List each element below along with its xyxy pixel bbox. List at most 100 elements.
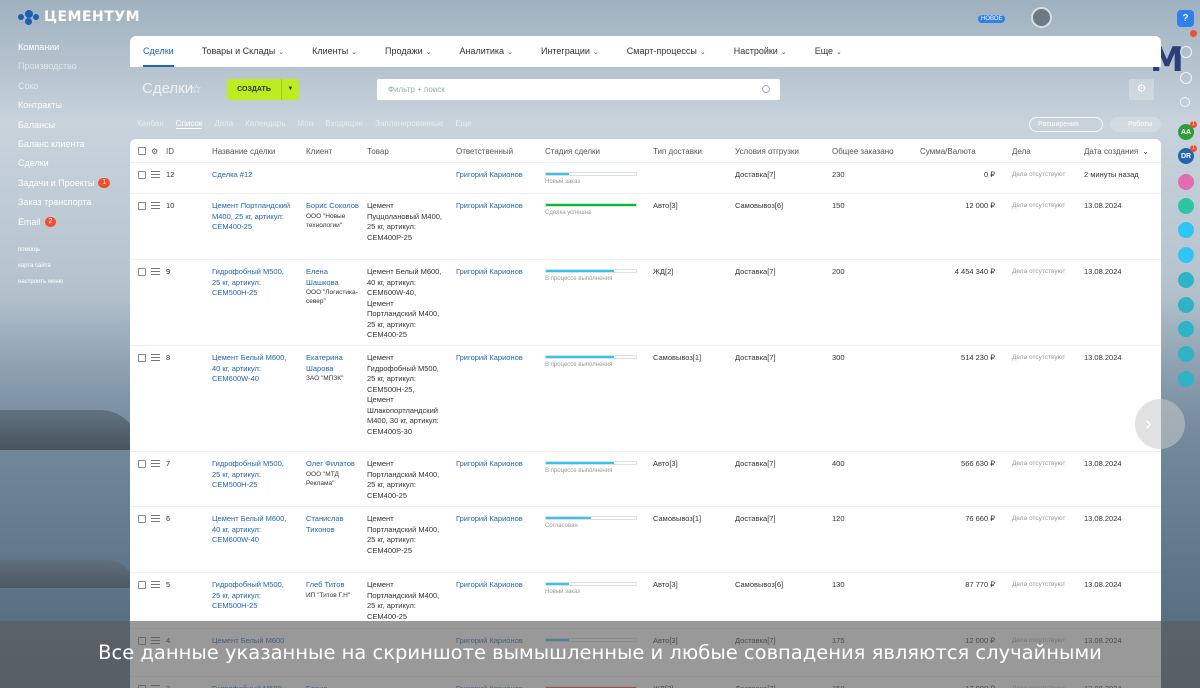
deal-name-link[interactable]: Сделка #12 xyxy=(212,170,292,181)
left-menu-service-link[interactable]: карта сайта xyxy=(18,258,123,274)
tab-5[interactable]: Аналитика ⌄ xyxy=(460,36,513,67)
column-header[interactable]: Условия отгрузки xyxy=(735,147,799,158)
view-tab[interactable]: Еще xyxy=(455,119,471,129)
user-avatar[interactable] xyxy=(1031,7,1052,28)
table-row[interactable]: 12 Сделка #12 Григорий Карионов Новый заказ… xyxy=(130,163,1161,194)
deal-name-link[interactable]: Цемент Портландский М400, 25 кг, артикул… xyxy=(212,201,292,233)
row-checkbox[interactable] xyxy=(138,268,146,276)
tab-3[interactable]: Клиенты ⌄ xyxy=(312,36,357,67)
owner-link[interactable]: Григорий Карионов xyxy=(456,514,536,525)
client-person-link[interactable]: Станислав Тихонов xyxy=(306,514,361,535)
owner-link[interactable]: Григорий Карионов xyxy=(456,353,536,364)
deal-stage[interactable]: В процессе выполнения xyxy=(545,461,637,474)
client-name[interactable]: Станислав Тихонов xyxy=(306,514,361,535)
owner-link[interactable]: Григорий Карионов xyxy=(456,170,536,181)
column-settings-icon[interactable]: ⚙ xyxy=(151,147,158,158)
left-menu-item[interactable]: Сделки xyxy=(18,154,123,173)
deal-stage[interactable]: В процессе выполнения xyxy=(545,269,637,282)
deal-name-link[interactable]: Гидрофобный М500, 25 кг, артикул: CEM500… xyxy=(212,459,292,491)
row-checkbox[interactable] xyxy=(138,581,146,589)
side-panel-arrow[interactable]: › xyxy=(1135,399,1185,449)
brand-logo[interactable]: ЦЕМЕНТУМ xyxy=(18,8,140,26)
row-menu-icon[interactable] xyxy=(151,460,160,469)
column-header[interactable]: Дела xyxy=(1012,147,1031,158)
create-dropdown-icon[interactable]: ▼ xyxy=(281,79,299,100)
left-menu-item[interactable]: Задачи и Проекты 1 xyxy=(18,174,123,193)
view-tab[interactable]: Канбан xyxy=(137,119,164,129)
view-tab[interactable]: Дела xyxy=(214,119,233,129)
deal-stage[interactable]: В процессе выполнения xyxy=(545,355,637,368)
row-checkbox[interactable] xyxy=(138,202,146,210)
row-menu-icon[interactable] xyxy=(151,581,160,590)
row-menu-icon[interactable] xyxy=(151,354,160,363)
left-menu-item[interactable]: Заказ транспорта xyxy=(18,193,123,212)
deal-stage[interactable]: Новый заказ xyxy=(545,582,637,595)
column-header[interactable]: Сумма/Валюта xyxy=(920,147,976,158)
row-menu-icon[interactable] xyxy=(151,515,160,524)
row-menu-icon[interactable] xyxy=(151,268,160,277)
owner-link[interactable]: Григорий Карионов xyxy=(456,580,536,591)
table-row[interactable]: 7 Гидрофобный М500, 25 кг, артикул: CEM50… xyxy=(130,452,1161,507)
team-icon-4[interactable] xyxy=(1178,346,1194,362)
deal-stage[interactable]: Согласован xyxy=(545,516,637,529)
row-checkbox[interactable] xyxy=(138,354,146,362)
team-icon-5[interactable] xyxy=(1178,371,1194,387)
owner-link[interactable]: Григорий Карионов xyxy=(456,201,536,212)
client-name[interactable]: Екатерина Шарова ЗАО "МПЗК" xyxy=(306,353,361,383)
list-settings-button[interactable]: ⚙ xyxy=(1129,79,1154,100)
owner-link[interactable]: Григорий Карионов xyxy=(456,267,536,278)
column-header[interactable]: Клиент xyxy=(306,147,332,158)
client-person-link[interactable]: Екатерина Шарова xyxy=(306,353,361,374)
column-header[interactable]: Общее заказано xyxy=(832,147,894,158)
left-menu-item[interactable]: Email 2 xyxy=(18,213,123,232)
tab-6[interactable]: Интеграции ⌄ xyxy=(541,36,599,67)
left-menu-item[interactable]: Баланс клиента xyxy=(18,135,123,154)
column-header[interactable]: Ответственный xyxy=(456,147,513,158)
tab-7[interactable]: Смарт-процессы ⌄ xyxy=(627,36,706,67)
column-header[interactable]: Товар xyxy=(367,147,389,158)
robots-button[interactable]: Роботы xyxy=(1110,117,1161,132)
view-tab[interactable]: Мои xyxy=(298,119,314,129)
row-checkbox[interactable] xyxy=(138,460,146,468)
client-person-link[interactable]: Глеб Титов xyxy=(306,580,361,591)
left-menu-service-link[interactable]: настроить меню xyxy=(18,274,123,290)
client-person-link[interactable]: Борис Соколов xyxy=(306,201,361,212)
column-header[interactable]: Стадия сделки xyxy=(545,147,600,158)
chat-icon[interactable] xyxy=(1178,247,1194,263)
tab-8[interactable]: Настройки ⌄ xyxy=(734,36,787,67)
client-name[interactable]: Борис Соколов ООО "Новые технологии" xyxy=(306,201,361,230)
search-icon[interactable] xyxy=(1180,97,1190,107)
select-all-checkbox[interactable] xyxy=(138,147,146,155)
extensions-button[interactable]: Расширения xyxy=(1029,117,1103,132)
team-icon-2[interactable] xyxy=(1178,297,1194,313)
column-header[interactable]: Тип доставки xyxy=(653,147,702,158)
notifications-icon[interactable] xyxy=(1180,46,1192,58)
left-menu-item[interactable]: Компании xyxy=(18,38,123,57)
column-header[interactable]: ID xyxy=(166,147,174,158)
left-menu-item[interactable]: Соко xyxy=(18,77,123,96)
deal-name-link[interactable]: Цемент Белый М600, 40 кг, артикул: CEM60… xyxy=(212,353,292,385)
group-icon[interactable] xyxy=(1178,174,1194,190)
left-menu-item[interactable]: Контракты xyxy=(18,96,123,115)
table-row[interactable]: 9 Гидрофобный М500, 25 кг, артикул: CEM50… xyxy=(130,260,1161,346)
view-tab[interactable]: Список xyxy=(175,119,203,129)
tab-1[interactable]: Сделки xyxy=(143,36,174,67)
calendar-icon[interactable] xyxy=(1178,198,1194,214)
tab-4[interactable]: Продажи ⌄ xyxy=(385,36,431,67)
help-button[interactable]: ? xyxy=(1177,10,1194,27)
client-name[interactable]: Олег Филатов ООО "МТД Реклама" xyxy=(306,459,361,488)
favorite-star-icon[interactable]: ☆ xyxy=(191,82,202,96)
row-menu-icon[interactable] xyxy=(151,171,160,180)
create-button[interactable]: СОЗДАТЬ ▼ xyxy=(227,79,299,100)
table-row[interactable]: 6 Цемент Белый М600, 40 кг, артикул: CEM6… xyxy=(130,507,1161,573)
deal-stage[interactable]: Сделка успешна xyxy=(545,203,637,216)
team-icon[interactable] xyxy=(1178,272,1194,288)
client-name[interactable]: Елена Шашкова ООО "Логистика-север" xyxy=(306,267,361,306)
settings-icon[interactable] xyxy=(1180,72,1192,84)
team-icon-3[interactable] xyxy=(1178,321,1194,337)
tab-2[interactable]: Товары и Склады ⌄ xyxy=(202,36,284,67)
view-tab[interactable]: Календарь xyxy=(245,119,285,129)
view-tab[interactable]: Запланированные xyxy=(375,119,443,129)
left-menu-item[interactable]: Производство xyxy=(18,57,123,76)
row-menu-icon[interactable] xyxy=(151,202,160,211)
